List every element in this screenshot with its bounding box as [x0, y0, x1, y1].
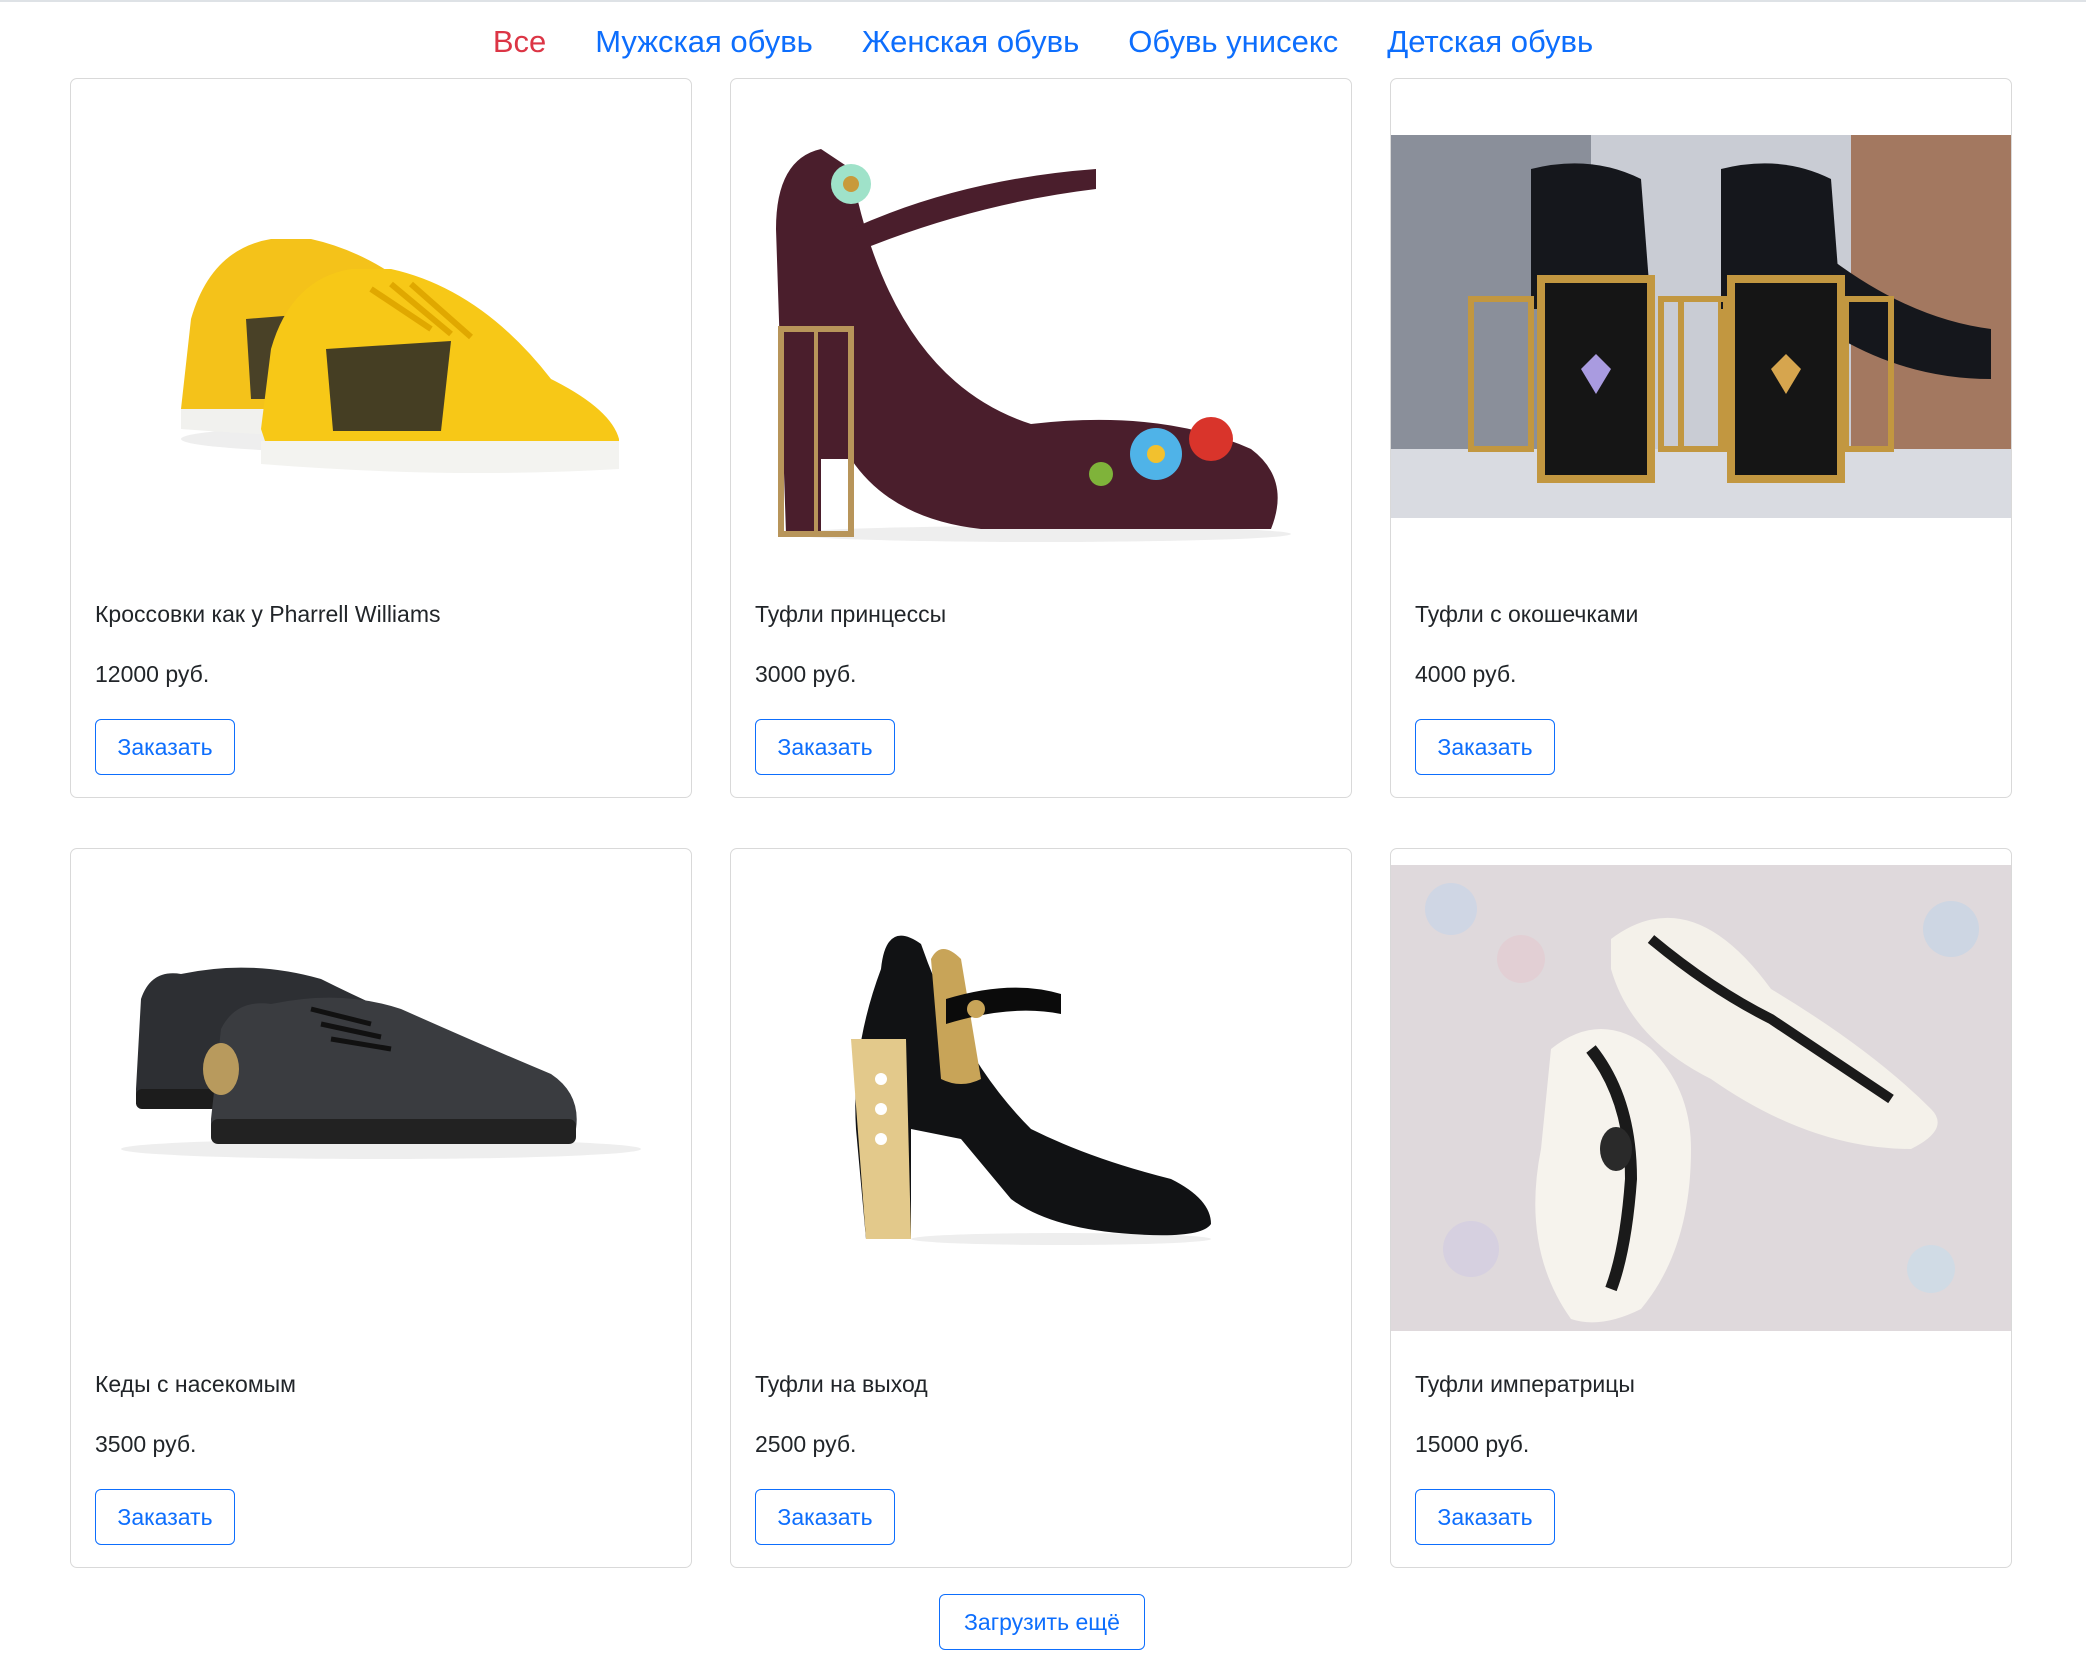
product-card: Туфли принцессы 3000 руб. Заказать — [730, 78, 1352, 798]
order-button[interactable]: Заказать — [1415, 1489, 1555, 1545]
product-card: Туфли с окошечками 4000 руб. Заказать — [1390, 78, 2012, 798]
product-price: 2500 руб. — [755, 1431, 857, 1457]
product-title: Кеды с насекомым — [95, 1371, 296, 1397]
filter-mens-shoes[interactable]: Мужская обувь — [595, 18, 813, 66]
product-price: 15000 руб. — [1415, 1431, 1530, 1457]
load-more-button[interactable]: Загрузить ещё — [939, 1594, 1145, 1650]
product-card: Туфли на выход 2500 руб. Заказать — [730, 848, 1352, 1568]
top-divider — [0, 0, 2086, 2]
patent-mary-jane-image — [731, 849, 1351, 1409]
filter-all[interactable]: Все — [493, 18, 546, 66]
order-button[interactable]: Заказать — [1415, 719, 1555, 775]
velvet-heel-image — [731, 79, 1351, 639]
filter-womens-shoes[interactable]: Женская обувь — [862, 18, 1079, 66]
category-filter-nav: Все Мужская обувь Женская обувь Обувь ун… — [0, 18, 2086, 66]
product-card: Кеды с насекомым 3500 руб. Заказать — [70, 848, 692, 1568]
filter-kids-shoes[interactable]: Детская обувь — [1387, 18, 1593, 66]
order-button[interactable]: Заказать — [755, 719, 895, 775]
product-card: Кроссовки как у Pharrell Williams 12000 … — [70, 78, 692, 798]
window-heel-shoes-image — [1391, 79, 2011, 639]
felt-lace-slippers-image — [1391, 849, 2011, 1409]
product-price: 3500 руб. — [95, 1431, 197, 1457]
order-button[interactable]: Заказать — [755, 1489, 895, 1545]
product-title: Туфли на выход — [755, 1371, 928, 1397]
product-title: Кроссовки как у Pharrell Williams — [95, 601, 441, 627]
order-button[interactable]: Заказать — [95, 1489, 235, 1545]
black-sneakers-bee-image — [71, 849, 691, 1409]
product-price: 4000 руб. — [1415, 661, 1517, 687]
order-button[interactable]: Заказать — [95, 719, 235, 775]
product-title: Туфли с окошечками — [1415, 601, 1639, 627]
product-price: 3000 руб. — [755, 661, 857, 687]
product-card: Туфли императрицы 15000 руб. Заказать — [1390, 848, 2012, 1568]
filter-unisex-shoes[interactable]: Обувь унисекс — [1128, 18, 1338, 66]
product-title: Туфли императрицы — [1415, 1371, 1635, 1397]
product-price: 12000 руб. — [95, 661, 210, 687]
yellow-sneakers-image — [71, 79, 691, 639]
product-title: Туфли принцессы — [755, 601, 947, 627]
